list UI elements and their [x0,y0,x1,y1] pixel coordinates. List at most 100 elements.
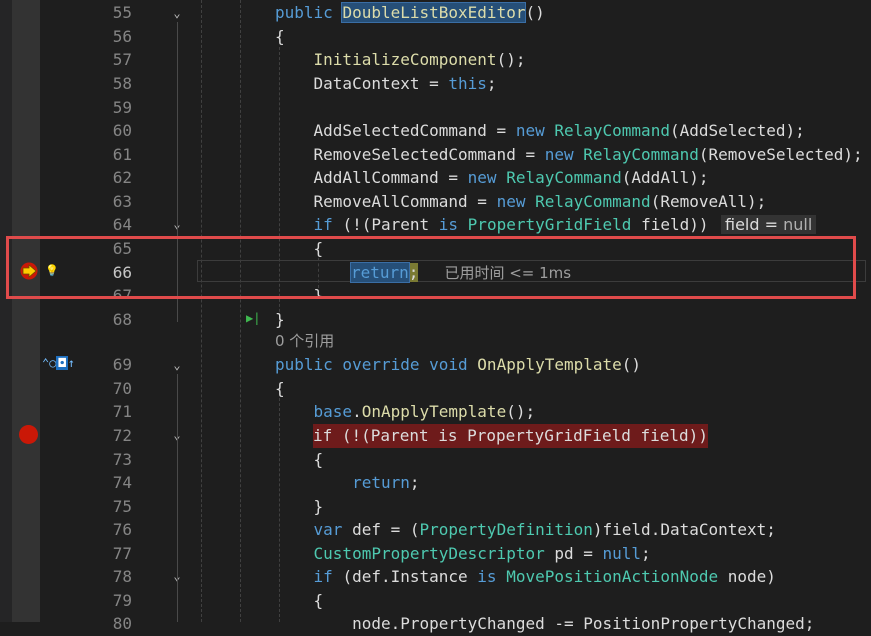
code-token: base [313,402,353,421]
fold-chevron-icon[interactable]: ⌄ [170,358,184,372]
code-line[interactable]: RemoveSelectedCommand = new RelayCommand… [275,143,863,167]
code-token: is [477,567,507,586]
code-token: ; [409,473,420,492]
code-line[interactable]: base.OnApplyTemplate(); [275,400,536,424]
code-token: } [275,497,324,516]
code-token: is [438,215,468,234]
code-token: (); [506,402,536,421]
code-token: . [352,402,362,421]
code-line[interactable]: var def = (PropertyDefinition)field.Data… [275,518,776,542]
code-line[interactable]: public override void OnApplyTemplate() [275,353,641,377]
code-token: (AddAll); [621,168,709,187]
code-token: RemoveAllCommand = [275,192,497,211]
code-token: { [275,379,285,398]
code-token: node.PropertyChanged -= PositionProperty… [275,614,815,633]
codelens-gutter-icons: ⌃○ ◘ ↑ [42,356,75,370]
code-token: RemoveSelectedCommand = [275,145,545,164]
line-number: 62 [112,168,132,187]
code-token: OnApplyTemplate [361,402,507,421]
indent-guide [201,0,202,622]
code-token: new [515,121,555,140]
line-number: 63 [112,192,132,211]
code-line[interactable]: node.PropertyChanged -= PositionProperty… [275,612,814,636]
code-line[interactable]: { [275,448,324,472]
line-number: 80 [112,614,132,633]
code-line[interactable]: InitializeComponent(); [275,48,526,72]
code-line[interactable]: } [275,495,324,519]
line-number: 72 [112,426,132,445]
line-number: 69 [112,355,132,374]
code-token: new [467,168,507,187]
breakpoint-icon[interactable] [19,425,38,444]
code-token: DoubleListBoxEditor [341,2,527,23]
code-token: () [621,355,642,374]
code-token: this [448,74,487,93]
code-line[interactable]: public DoubleListBoxEditor() [275,1,545,25]
code-token: if [313,215,343,234]
code-line[interactable]: { [275,377,285,401]
code-token: RelayCommand [554,121,670,140]
code-line[interactable]: if (!(Parent is PropertyGridField field)… [275,213,709,237]
code-token: public override void [275,355,478,374]
code-line[interactable]: { [275,25,285,49]
line-number: 57 [112,50,132,69]
glyph-margin[interactable] [12,0,40,622]
code-token: PropertyGridField [467,215,632,234]
line-number: 74 [112,473,132,492]
code-token: RelayCommand [583,145,699,164]
code-token: pd = [544,544,603,563]
inline-value-hint: field = null [721,213,817,237]
code-token: (AddSelected); [669,121,805,140]
code-token: PropertyDefinition [419,520,593,539]
code-token: def = ( [352,520,420,539]
code-token: OnApplyTemplate [477,355,622,374]
code-line[interactable]: return; [275,471,420,495]
fold-region-line [177,374,178,622]
line-number: 75 [112,497,132,516]
fold-chevron-icon[interactable]: ⌄ [170,6,184,20]
code-token: MovePositionActionNode [506,567,719,586]
code-token: (); [496,50,526,69]
code-line[interactable]: if (def.Instance is MovePositionActionNo… [275,565,776,589]
line-number: 56 [112,27,132,46]
code-line[interactable]: AddSelectedCommand = new RelayCommand(Ad… [275,119,805,143]
code-token: null [602,544,642,563]
code-line[interactable]: CustomPropertyDescriptor pd = null; [275,542,651,566]
up-arrow-icon[interactable]: ↑ [68,356,75,370]
line-number: 61 [112,145,132,164]
code-token: { [275,27,285,46]
code-token: (def.Instance [342,567,478,586]
codelens-references[interactable]: 0 个引用 [275,330,334,351]
code-token: new [544,145,584,164]
code-token: node) [718,567,776,586]
code-token: ; [486,74,497,93]
line-number: 77 [112,544,132,563]
code-line[interactable]: DataContext = this; [275,72,497,96]
code-line[interactable]: } [275,308,285,332]
code-token: CustomPropertyDescriptor [313,544,545,563]
code-line[interactable]: RemoveAllCommand = new RelayCommand(Remo… [275,190,767,214]
override-up-icon[interactable]: ⌃○ [42,356,56,370]
interface-icon[interactable]: ◘ [56,356,68,370]
code-token: (RemoveSelected); [698,145,863,164]
code-line[interactable]: { [275,589,324,613]
code-line[interactable]: if (!(Parent is PropertyGridField field)… [313,424,708,448]
code-token: (!(Parent [342,215,439,234]
code-token: AddAllCommand = [275,168,468,187]
line-number: 55 [112,3,132,22]
line-number: 60 [112,121,132,140]
run-to-here-icon[interactable]: ▶| [246,311,260,325]
line-number: 70 [112,379,132,398]
code-token: if (!(Parent is PropertyGridField field)… [313,426,708,445]
line-number: 58 [112,74,132,93]
line-number: 59 [112,98,132,117]
code-line[interactable]: AddAllCommand = new RelayCommand(AddAll)… [275,166,709,190]
code-token: InitializeComponent [313,50,497,69]
code-token: { [275,591,324,610]
line-number: 64 [112,215,132,234]
